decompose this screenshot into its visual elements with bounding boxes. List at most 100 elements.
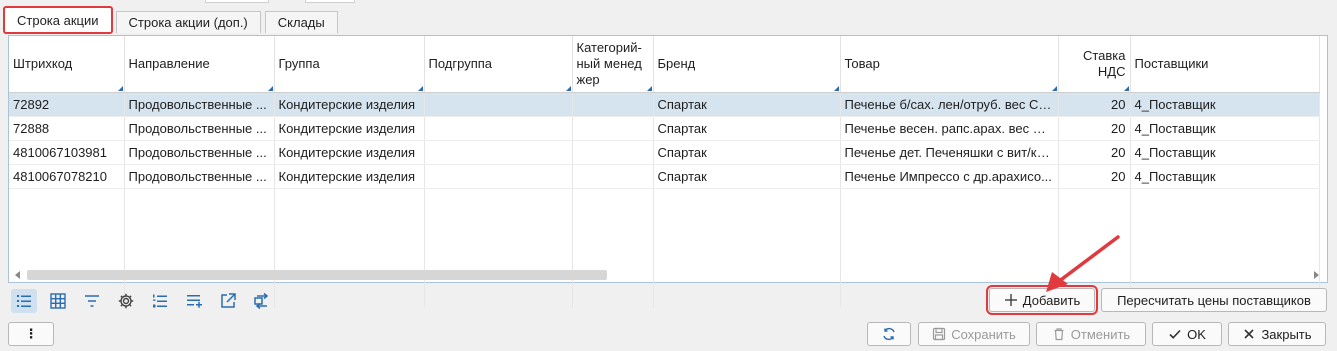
- cell-direction[interactable]: Продовольственные ...: [124, 140, 275, 165]
- scroll-left-arrow[interactable]: [15, 271, 20, 279]
- cell-product[interactable]: Печенье дет. Печеняшки с вит/ка...: [840, 140, 1059, 165]
- cell-vat-rate[interactable]: 20: [1058, 164, 1131, 189]
- scroll-right-arrow[interactable]: [1314, 271, 1319, 279]
- cell-brand[interactable]: Спартак: [653, 164, 841, 189]
- add-button[interactable]: Добавить: [986, 285, 1098, 315]
- transfer-icon[interactable]: [249, 289, 275, 313]
- grid-view-icon[interactable]: [45, 289, 71, 313]
- empty-row: [9, 236, 1320, 260]
- cell-barcode[interactable]: 72892: [9, 92, 125, 117]
- settings-gear-icon[interactable]: [113, 289, 139, 313]
- empty-cell: [840, 212, 1059, 236]
- col-suppliers[interactable]: Поставщики: [1130, 36, 1320, 93]
- empty-cell: [840, 188, 1059, 212]
- cell-product[interactable]: Печенье б/сах. лен/отруб. вес Сп...: [840, 92, 1059, 117]
- cell-vat-rate[interactable]: 20: [1058, 92, 1131, 117]
- save-button[interactable]: Сохранить: [918, 322, 1030, 346]
- save-button-label: Сохранить: [951, 326, 1016, 342]
- cell-product[interactable]: Печенье Импрессо с др.арахисо...: [840, 164, 1059, 189]
- cell-product[interactable]: Печенье весен. рапс.арах. вес Сп...: [840, 116, 1059, 141]
- cell-subgroup[interactable]: [424, 116, 573, 141]
- list-view-icon[interactable]: [11, 289, 37, 313]
- cell-subgroup[interactable]: [424, 140, 573, 165]
- empty-row: [9, 212, 1320, 236]
- empty-cell: [9, 236, 125, 260]
- col-brand[interactable]: Бренд: [653, 36, 841, 93]
- col-direction[interactable]: Направление: [124, 36, 275, 93]
- cell-barcode[interactable]: 72888: [9, 116, 125, 141]
- cell-subgroup[interactable]: [424, 164, 573, 189]
- cell-suppliers[interactable]: 4_Поставщик: [1130, 164, 1320, 189]
- empty-cell: [124, 188, 275, 212]
- col-barcode[interactable]: Штрихкод: [9, 36, 125, 93]
- cell-category-manager[interactable]: [572, 164, 654, 189]
- cell-group[interactable]: Кондитерские изделия: [274, 92, 425, 117]
- cancel-button[interactable]: Отменить: [1036, 322, 1146, 346]
- cell-brand[interactable]: Спартак: [653, 116, 841, 141]
- refresh-button[interactable]: [867, 322, 911, 346]
- more-menu-button[interactable]: ⋮: [8, 322, 54, 346]
- empty-cell: [653, 236, 841, 260]
- recalc-button-label: Пересчитать цены поставщиков: [1117, 292, 1311, 308]
- col-product[interactable]: Товар: [840, 36, 1059, 93]
- export-icon[interactable]: [215, 289, 241, 313]
- tab-bar: Строка акции Строка акции (доп.) Склады: [3, 6, 342, 34]
- cell-category-manager[interactable]: [572, 116, 654, 141]
- col-category-manager[interactable]: Категорий-ный менеджер: [572, 36, 654, 93]
- cell-group[interactable]: Кондитерские изделия: [274, 164, 425, 189]
- table-row[interactable]: 4810067103981 Продовольственные ... Кондит…: [9, 140, 1320, 165]
- table-row[interactable]: 4810067078210 Продовольственные ... Кондит…: [9, 164, 1320, 189]
- empty-cell: [1058, 236, 1131, 260]
- cell-suppliers[interactable]: 4_Поставщик: [1130, 140, 1320, 165]
- cell-category-manager[interactable]: [572, 140, 654, 165]
- cell-direction[interactable]: Продовольственные ...: [124, 116, 275, 141]
- tab-promo-line-extra[interactable]: Строка акции (доп.): [115, 11, 261, 33]
- trash-icon: [1054, 328, 1064, 341]
- empty-cell: [572, 284, 654, 308]
- empty-cell: [1130, 260, 1320, 284]
- empty-cell: [653, 284, 841, 308]
- col-group[interactable]: Группа: [274, 36, 425, 93]
- cell-barcode[interactable]: 4810067078210: [9, 164, 125, 189]
- cancel-button-label: Отменить: [1070, 326, 1131, 342]
- tab-promo-line[interactable]: Строка акции: [3, 6, 113, 34]
- table-row[interactable]: 72888 Продовольственные ... Кондитерские и…: [9, 116, 1320, 141]
- col-vat-rate[interactable]: Ставка НДС: [1058, 36, 1131, 93]
- empty-cell: [1130, 188, 1320, 212]
- cell-brand[interactable]: Спартак: [653, 92, 841, 117]
- cell-brand[interactable]: Спартак: [653, 140, 841, 165]
- close-button[interactable]: Закрыть: [1228, 322, 1326, 346]
- cell-direction[interactable]: Продовольственные ...: [124, 92, 275, 117]
- empty-cell: [653, 260, 841, 284]
- close-button-label: Закрыть: [1261, 326, 1312, 342]
- add-button-label: Добавить: [1022, 292, 1081, 308]
- tab-warehouses[interactable]: Склады: [264, 11, 338, 33]
- cell-vat-rate[interactable]: 20: [1058, 116, 1131, 141]
- col-subgroup[interactable]: Подгруппа: [424, 36, 573, 93]
- top-field-stub-2: [305, 0, 355, 3]
- empty-cell: [9, 188, 125, 212]
- empty-cell: [124, 212, 275, 236]
- horizontal-scrollbar[interactable]: [27, 270, 607, 280]
- cell-category-manager[interactable]: [572, 92, 654, 117]
- empty-cell: [1130, 212, 1320, 236]
- add-rows-icon[interactable]: [181, 289, 207, 313]
- empty-cell: [653, 212, 841, 236]
- cell-suppliers[interactable]: 4_Поставщик: [1130, 116, 1320, 141]
- ok-button[interactable]: OK: [1152, 322, 1222, 346]
- cell-group[interactable]: Кондитерские изделия: [274, 140, 425, 165]
- products-table: Штрихкод Направление Группа Подгруппа Ка…: [9, 36, 1320, 308]
- cell-barcode[interactable]: 4810067103981: [9, 140, 125, 165]
- empty-cell: [274, 212, 425, 236]
- cell-subgroup[interactable]: [424, 92, 573, 117]
- numbered-list-icon[interactable]: [147, 289, 173, 313]
- save-disk-icon: [933, 327, 946, 341]
- cell-vat-rate[interactable]: 20: [1058, 140, 1131, 165]
- empty-cell: [840, 236, 1059, 260]
- table-row[interactable]: 72892 Продовольственные ... Кондитерские и…: [9, 92, 1320, 117]
- recalc-supplier-prices-button[interactable]: Пересчитать цены поставщиков: [1101, 288, 1327, 312]
- filter-icon[interactable]: [79, 289, 105, 313]
- cell-direction[interactable]: Продовольственные ...: [124, 164, 275, 189]
- cell-group[interactable]: Кондитерские изделия: [274, 116, 425, 141]
- cell-suppliers[interactable]: 4_Поставщик: [1130, 92, 1320, 117]
